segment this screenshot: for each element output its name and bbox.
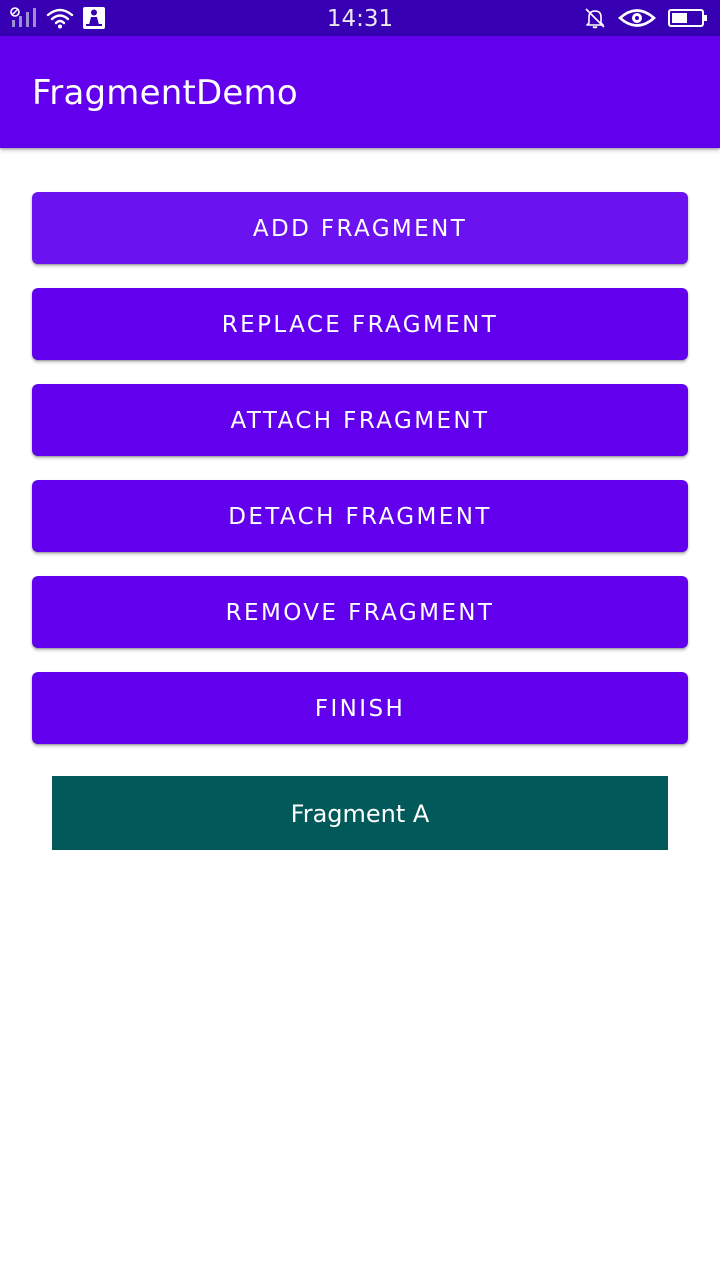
silent-bell-icon [584,7,606,29]
eye-icon [618,7,656,29]
finish-button[interactable]: FINISH [32,672,688,744]
status-right-icons [584,6,708,30]
fragment-label: Fragment A [290,800,430,828]
fragment-container: Fragment A [52,776,668,850]
add-fragment-button[interactable]: ADD FRAGMENT [32,192,688,264]
attach-fragment-button[interactable]: ATTACH FRAGMENT [32,384,688,456]
detach-fragment-button[interactable]: DETACH FRAGMENT [32,480,688,552]
app-bar: FragmentDemo [0,36,720,148]
status-bar: 14:31 [0,0,720,36]
app-title: FragmentDemo [32,73,298,113]
remove-fragment-button[interactable]: REMOVE FRAGMENT [32,576,688,648]
replace-fragment-button[interactable]: REPLACE FRAGMENT [32,288,688,360]
battery-icon [668,7,708,29]
main-content: ADD FRAGMENT REPLACE FRAGMENT ATTACH FRA… [0,148,720,1280]
